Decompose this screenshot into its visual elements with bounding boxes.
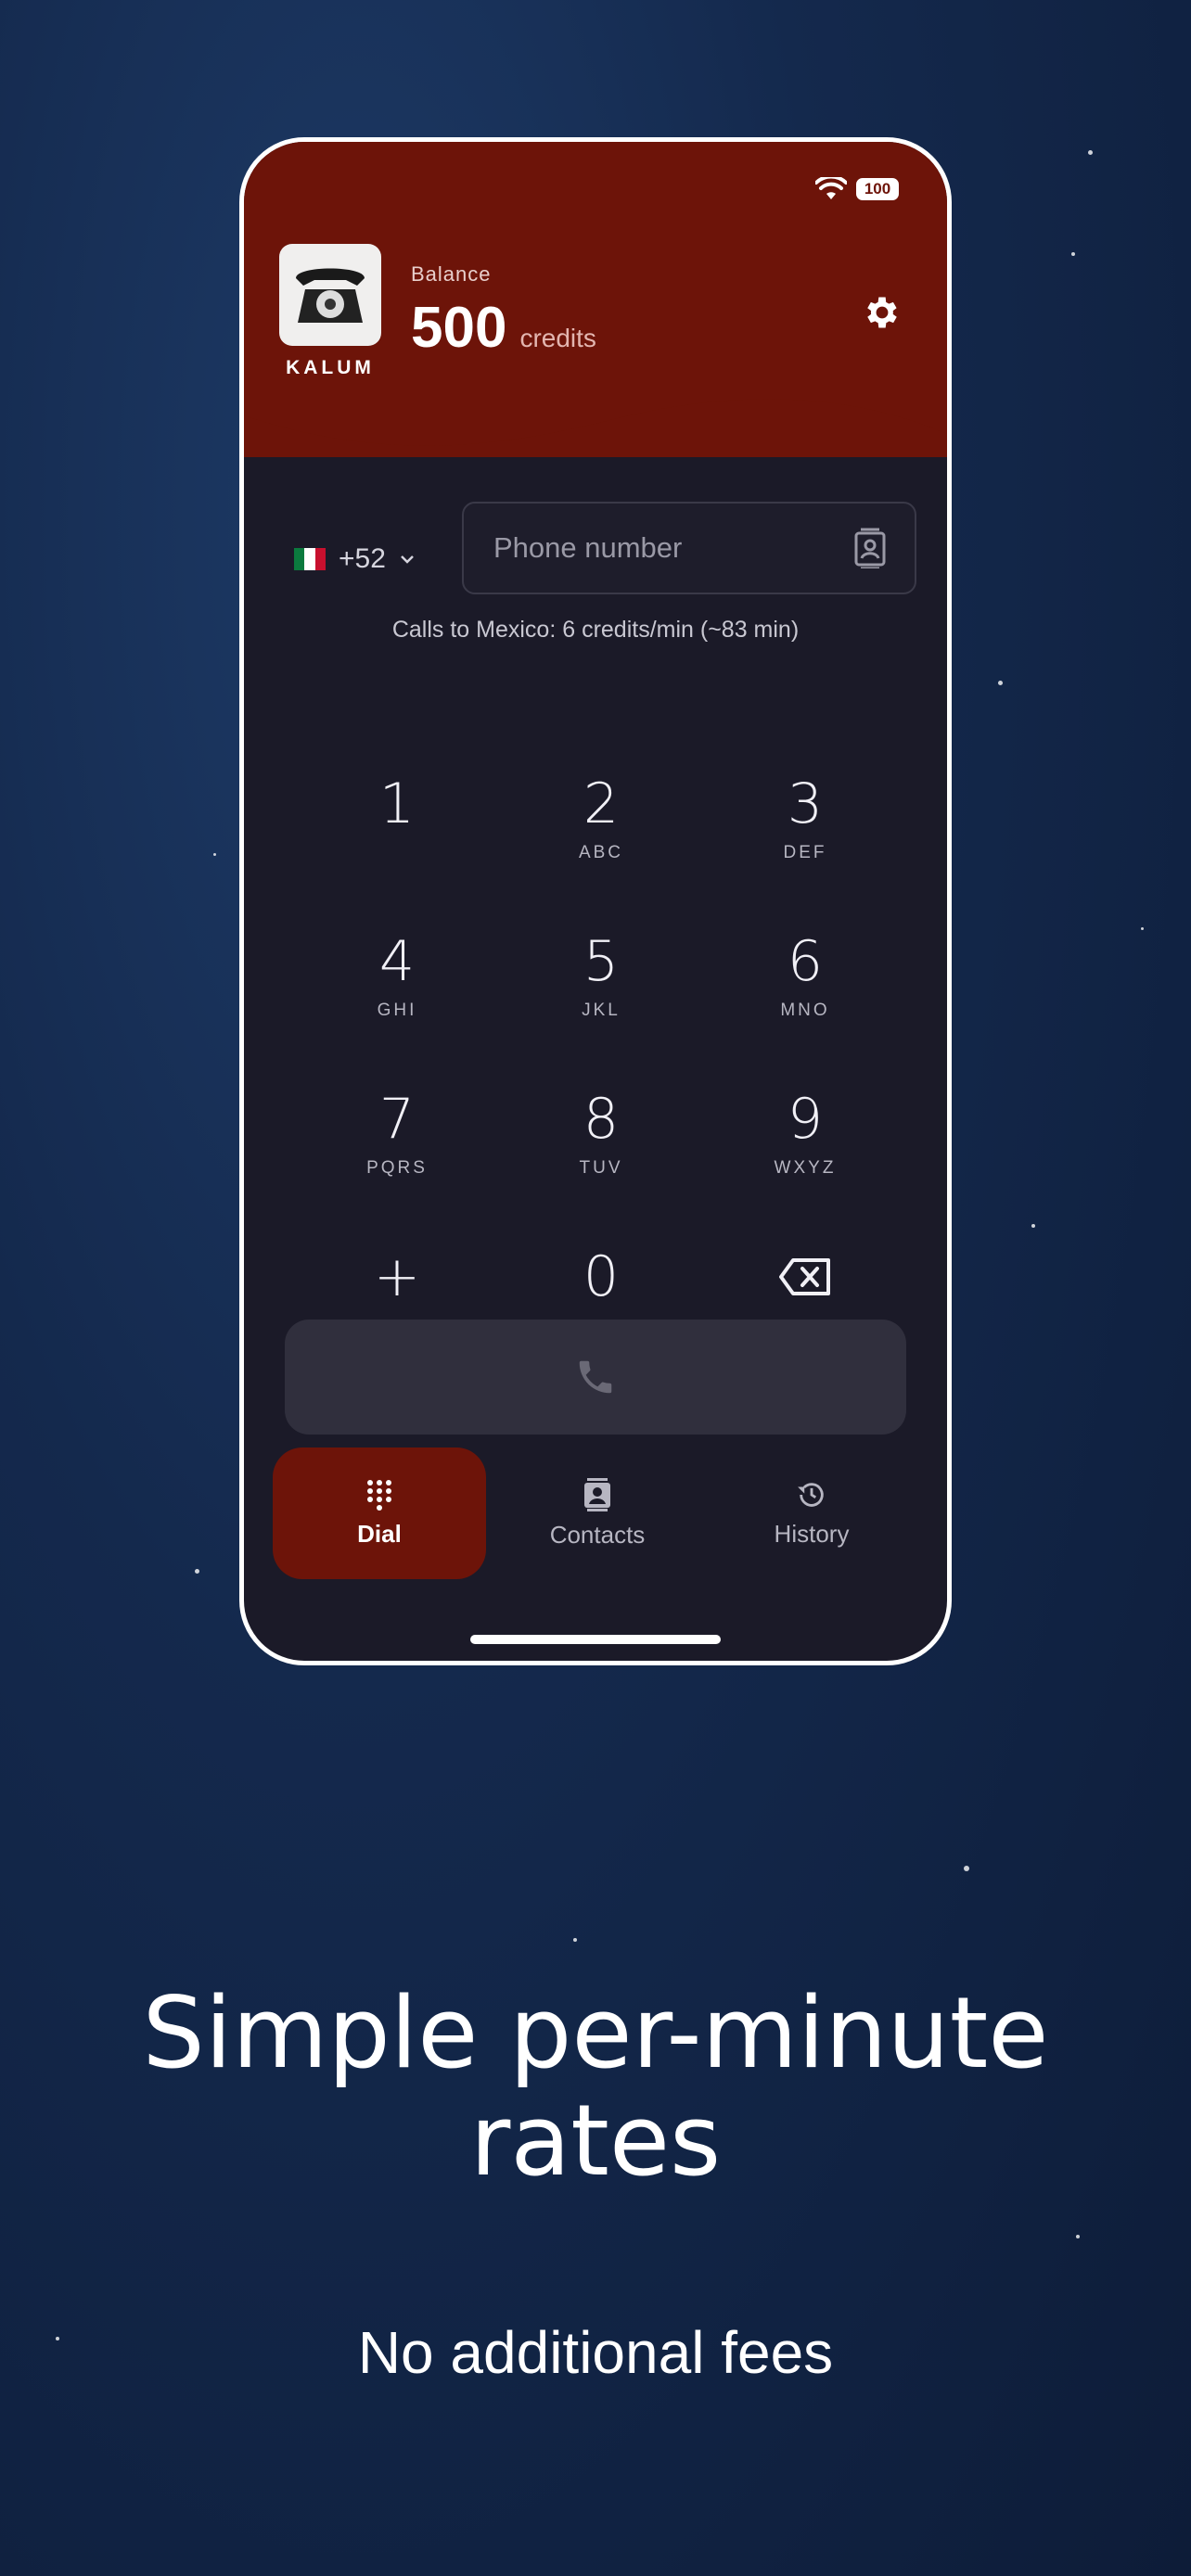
star	[964, 1866, 969, 1871]
key-digit: 3	[787, 772, 824, 836]
key-letters: ABC	[578, 843, 624, 862]
key-4[interactable]: 4 GHI	[314, 912, 480, 1041]
country-code: +52	[339, 543, 386, 574]
star	[1076, 2235, 1080, 2238]
key-letters: TUV	[579, 1158, 623, 1178]
balance-unit: credits	[519, 324, 596, 352]
battery-level: 100	[864, 180, 891, 198]
key-letters: WXYZ	[774, 1158, 837, 1178]
star	[1141, 927, 1144, 930]
balance-value: 500	[411, 296, 507, 360]
star	[213, 853, 216, 856]
key-digit: 7	[378, 1087, 416, 1152]
key-7[interactable]: 7 PQRS	[314, 1069, 480, 1199]
key-digit: 1	[378, 772, 416, 836]
star	[195, 1569, 199, 1574]
country-selector[interactable]: +52	[294, 531, 416, 587]
nav-history[interactable]: History	[705, 1447, 918, 1579]
key-1[interactable]: 1	[314, 754, 480, 884]
star	[573, 1938, 577, 1942]
star	[1031, 1224, 1035, 1228]
star	[998, 681, 1003, 685]
key-5[interactable]: 5 JKL	[518, 912, 685, 1041]
app-logo	[279, 244, 381, 346]
star	[1088, 150, 1093, 155]
key-digit: 0	[583, 1244, 620, 1309]
phone-mockup: 100 KALUM Balance 500 credits +52 Phone …	[239, 137, 952, 1665]
wifi-icon	[815, 177, 847, 199]
bottom-nav: Dial Contacts History	[244, 1447, 947, 1579]
key-letters: DEF	[783, 843, 827, 862]
promo-headline: Simple per-minute rates	[142, 1976, 1049, 2198]
key-letters: PQRS	[366, 1158, 428, 1178]
header-wave	[244, 383, 947, 446]
contacts-icon	[584, 1477, 610, 1511]
key-digit: 5	[583, 929, 620, 994]
key-3[interactable]: 3 DEF	[722, 754, 889, 884]
nav-label: History	[774, 1519, 850, 1548]
key-9[interactable]: 9 WXYZ	[722, 1069, 889, 1199]
balance-label: Balance	[411, 262, 492, 286]
nav-label: Contacts	[549, 1520, 646, 1549]
nav-dial[interactable]: Dial	[273, 1447, 486, 1579]
key-8[interactable]: 8 TUV	[518, 1069, 685, 1199]
key-letters: GHI	[377, 1001, 417, 1020]
rotary-phone-icon	[296, 268, 365, 323]
key-6[interactable]: 6 MNO	[722, 912, 889, 1041]
key-2[interactable]: 2 ABC	[518, 754, 685, 884]
battery-icon: 100	[856, 178, 899, 200]
contact-book-icon[interactable]	[853, 528, 887, 568]
promo-subline: No additional fees	[357, 2319, 834, 2386]
mexico-flag-icon	[294, 548, 326, 570]
phone-call-icon	[579, 1360, 612, 1394]
chevron-down-icon	[401, 555, 414, 564]
star	[1071, 252, 1075, 256]
nav-label: Dial	[357, 1519, 402, 1548]
star	[56, 2337, 59, 2340]
nav-contacts[interactable]: Contacts	[491, 1447, 704, 1579]
balance: 500 credits	[411, 295, 596, 361]
rate-info: Calls to Mexico: 6 credits/min (~83 min)	[391, 617, 800, 643]
gear-icon[interactable]	[862, 292, 903, 333]
backspace-icon	[779, 1258, 830, 1295]
brand-name: KALUM	[286, 357, 375, 378]
key-digit: 8	[583, 1087, 620, 1152]
key-digit: +	[373, 1244, 421, 1309]
key-digit: 6	[787, 929, 824, 994]
phone-number-field[interactable]	[462, 502, 916, 594]
key-digit: 2	[583, 772, 620, 836]
key-digit: 9	[787, 1087, 824, 1152]
key-digit: 4	[378, 929, 416, 994]
history-icon	[798, 1482, 824, 1507]
home-indicator[interactable]	[470, 1635, 721, 1644]
dialpad-icon	[367, 1479, 391, 1511]
key-letters: JKL	[582, 1001, 621, 1020]
call-button[interactable]	[285, 1320, 906, 1435]
phone-number-input[interactable]	[492, 530, 829, 566]
status-bar: 100	[815, 177, 899, 201]
key-letters: MNO	[780, 1001, 830, 1020]
